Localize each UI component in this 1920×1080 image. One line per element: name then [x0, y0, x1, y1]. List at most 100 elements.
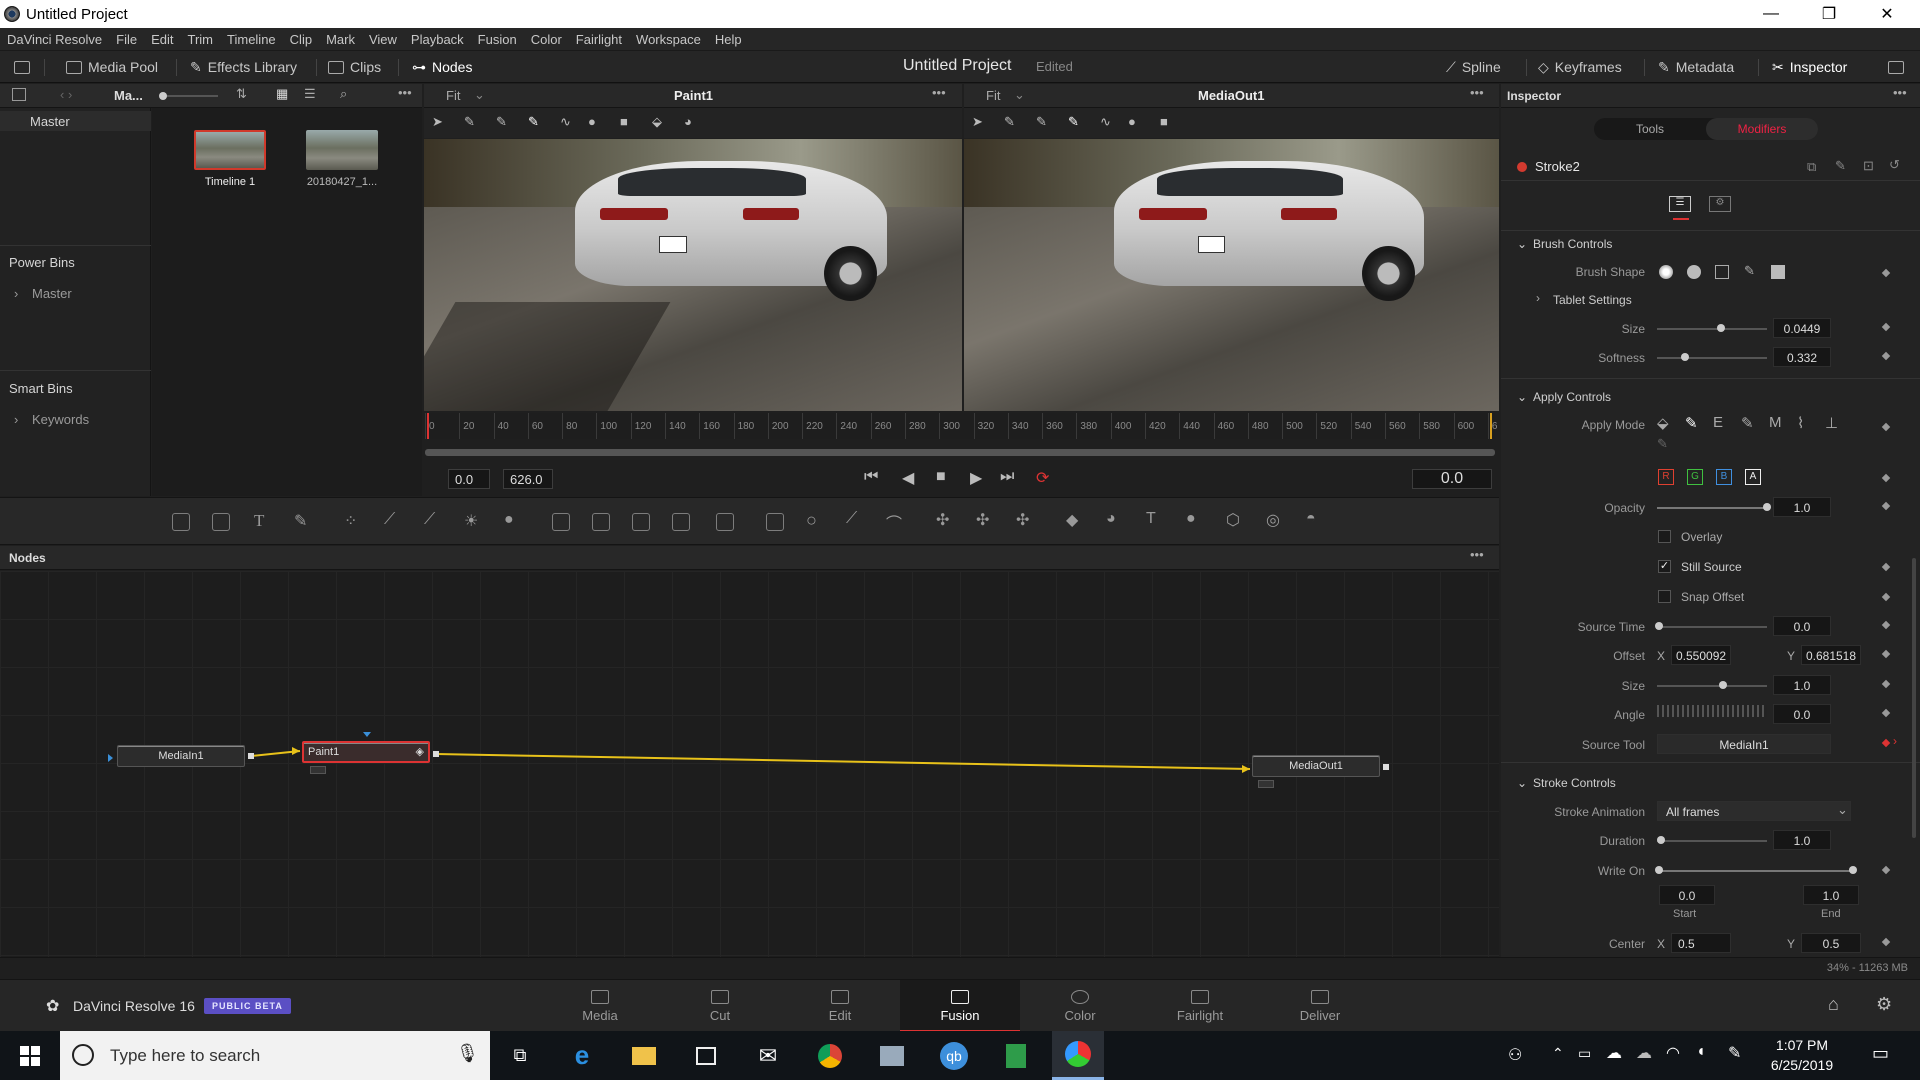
end-marker[interactable]: [1490, 413, 1492, 439]
spreadsheet-icon[interactable]: [990, 1031, 1042, 1080]
node-editor[interactable]: MediaIn1 Paint1 ◈ MediaOut1: [0, 571, 1499, 957]
center-y-value[interactable]: 0.5: [1801, 933, 1861, 953]
rectangle-tool-icon[interactable]: ■: [1160, 114, 1168, 129]
3d-image-plane-icon[interactable]: ◓: [1306, 510, 1316, 528]
page-edit[interactable]: Edit: [780, 980, 900, 1032]
section-brush-controls[interactable]: Brush Controls: [1533, 237, 1612, 251]
channel-g-toggle[interactable]: G: [1687, 469, 1703, 485]
keyframe-icon[interactable]: [1881, 679, 1891, 689]
menu-view[interactable]: View: [369, 32, 397, 47]
play-icon[interactable]: ▶: [970, 468, 982, 488]
menu-color[interactable]: Color: [531, 32, 562, 47]
smart-bin-keywords[interactable]: Keywords: [32, 412, 89, 427]
node-mediain1[interactable]: MediaIn1: [117, 745, 245, 767]
circle-tool-icon[interactable]: ●: [1128, 114, 1136, 129]
node-output-port[interactable]: [433, 751, 439, 757]
circle-brush-icon[interactable]: [1687, 265, 1701, 279]
node-mediaout1[interactable]: MediaOut1: [1252, 755, 1380, 777]
duration-knob[interactable]: [1657, 836, 1665, 844]
pen-icon[interactable]: ✎: [1728, 1043, 1741, 1063]
volume-icon[interactable]: ◖: [1696, 1043, 1706, 1061]
cloud-upload-icon[interactable]: ☁: [1606, 1043, 1622, 1063]
chevron-down-icon[interactable]: ⌄: [1517, 390, 1527, 404]
keyframe-icon[interactable]: [1881, 501, 1891, 511]
channel-b-toggle[interactable]: B: [1716, 469, 1732, 485]
pin-icon[interactable]: ✎: [1835, 158, 1846, 174]
angle-thumbwheel[interactable]: [1657, 705, 1767, 717]
chrome-icon[interactable]: [804, 1031, 856, 1080]
thumb-size-knob[interactable]: [159, 92, 167, 100]
wifi-icon[interactable]: ◠: [1666, 1043, 1680, 1063]
write-on-end-value[interactable]: 1.0: [1803, 885, 1859, 905]
render-end-time[interactable]: 626.0: [503, 469, 553, 489]
battery-icon[interactable]: ▭: [1578, 1045, 1591, 1062]
circle-tool-icon[interactable]: ●: [588, 114, 596, 129]
keyframe-icon[interactable]: [1881, 865, 1891, 875]
clip-thumbnail-timeline[interactable]: [194, 130, 266, 170]
fit-dropdown[interactable]: Fit: [986, 88, 1000, 103]
still-source-checkbox[interactable]: ✓: [1658, 560, 1671, 573]
node-output-port[interactable]: [248, 753, 254, 759]
square-brush-icon[interactable]: [1771, 265, 1785, 279]
chevron-down-icon[interactable]: ⌄: [1837, 802, 1848, 818]
color-curves-icon[interactable]: ⟋: [384, 511, 395, 529]
softness-value[interactable]: 0.332: [1773, 347, 1831, 367]
tab-tools[interactable]: Tools: [1594, 118, 1706, 140]
chevron-up-icon[interactable]: ⌃: [1552, 1045, 1564, 1062]
stroke-tool-icon[interactable]: ✎: [1068, 114, 1079, 130]
color-corrector-icon[interactable]: ⟋: [424, 511, 435, 529]
close-button[interactable]: ✕: [1858, 0, 1916, 28]
store-icon[interactable]: [680, 1031, 732, 1080]
thumb-size-slider[interactable]: [160, 95, 218, 97]
bin-list-toggle-icon[interactable]: [12, 88, 26, 101]
task-view-icon[interactable]: ⧉: [494, 1031, 546, 1080]
clips-button[interactable]: Clips: [328, 51, 381, 83]
select-tool-icon[interactable]: ➤: [972, 114, 983, 130]
more-options-icon[interactable]: •••: [1893, 85, 1907, 100]
sort-icon[interactable]: ⇅: [236, 86, 247, 102]
menu-fusion[interactable]: Fusion: [478, 32, 517, 47]
section-apply-controls[interactable]: Apply Controls: [1533, 390, 1611, 404]
keyframe-icon[interactable]: [1881, 738, 1891, 748]
size2-slider[interactable]: [1657, 685, 1767, 687]
source-time-slider[interactable]: [1657, 626, 1767, 628]
erase-mode-icon[interactable]: ✎: [1741, 414, 1754, 432]
more-options-icon[interactable]: •••: [398, 85, 412, 100]
channel-a-toggle[interactable]: A: [1745, 469, 1761, 485]
source-tool-field[interactable]: MediaIn1: [1657, 734, 1831, 754]
angle-value[interactable]: 0.0: [1773, 704, 1831, 724]
menu-mark[interactable]: Mark: [326, 32, 355, 47]
duration-slider[interactable]: [1657, 840, 1767, 842]
stop-icon[interactable]: ■: [936, 468, 946, 486]
menu-davinci-resolve[interactable]: DaVinci Resolve: [7, 32, 102, 47]
paint-tool-icon[interactable]: ✎: [294, 511, 307, 531]
chevron-down-icon[interactable]: ⌄: [1517, 237, 1527, 251]
clip-thumbnail-video[interactable]: [306, 130, 378, 170]
page-cut[interactable]: Cut: [660, 980, 780, 1032]
clone-stroke-icon[interactable]: ✎: [1036, 114, 1047, 130]
right-viewer-image[interactable]: [964, 139, 1499, 411]
clone-stroke-icon[interactable]: ✎: [496, 114, 507, 130]
overlay-checkbox[interactable]: [1658, 530, 1671, 543]
qbittorrent-icon[interactable]: qb: [928, 1031, 980, 1080]
power-bin-master[interactable]: Master: [32, 286, 72, 301]
3d-shape-icon[interactable]: ◆: [1066, 510, 1078, 530]
time-scrollbar[interactable]: [425, 449, 1495, 456]
bspline-mask-icon[interactable]: ⌒: [886, 510, 902, 534]
fill-tool-icon[interactable]: ⬙: [652, 114, 662, 130]
notifications-icon[interactable]: ▭: [1872, 1043, 1889, 1064]
mail-icon[interactable]: ✉: [742, 1031, 794, 1080]
menu-clip[interactable]: Clip: [290, 32, 312, 47]
taskbar-search-box[interactable]: Type here to search 🎙: [60, 1031, 490, 1080]
3d-text-icon[interactable]: T: [1146, 510, 1156, 528]
grid-view-icon[interactable]: ▦: [276, 86, 288, 102]
menu-edit[interactable]: Edit: [151, 32, 173, 47]
list-view-icon[interactable]: ☰: [304, 86, 316, 102]
write-on-start-knob[interactable]: [1655, 866, 1663, 874]
inspector-scrollbar[interactable]: [1912, 558, 1916, 838]
3d-merge-icon[interactable]: ◕: [1106, 510, 1116, 528]
softness-slider[interactable]: [1657, 357, 1767, 359]
polyline-icon[interactable]: ∿: [560, 114, 571, 130]
duration-value[interactable]: 1.0: [1773, 830, 1831, 850]
matte-control-icon[interactable]: [632, 513, 650, 531]
